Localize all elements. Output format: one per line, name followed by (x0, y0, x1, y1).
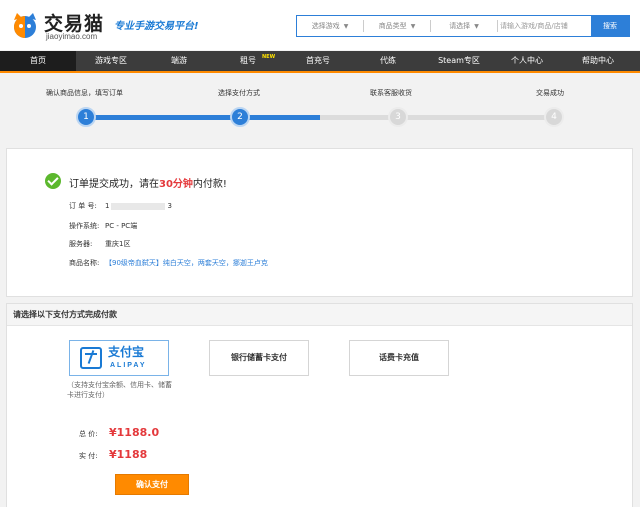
title-prefix: 订单提交成功，请在 (69, 179, 159, 190)
product-row: 商品名称: 【90级帝血弑天】纯白天空，两套天空，挪迦王卢克 (69, 258, 268, 268)
nav-item-user-center[interactable]: 个人中心 (494, 51, 560, 71)
os-row: 操作系统: PC - PC端 (69, 221, 137, 231)
total-price-row: 总 价: ¥1188.0 (79, 426, 159, 439)
step-label-2: 选择支付方式 (218, 89, 260, 97)
server-value: 重庆1区 (105, 240, 131, 248)
choose-select-label: 请选择 (449, 22, 471, 30)
nav-item-home[interactable]: 首页 (0, 51, 76, 71)
total-label: 总 价: (79, 430, 98, 438)
order-number-start: 1 (105, 202, 110, 210)
progress-steps: 确认商品信息，填写订单 选择支付方式 联系客服收货 交易成功 1 2 3 4 (0, 88, 640, 138)
order-success-title: 订单提交成功，请在30分钟内付款! (69, 175, 227, 190)
step-dot-4: 4 (544, 107, 564, 127)
order-number-end: 3 (167, 202, 172, 210)
time-limit: 30分钟 (159, 179, 193, 190)
alipay-name: 支付宝 (108, 345, 145, 359)
alipay-option[interactable]: 支付宝 ALIPAY (69, 340, 169, 376)
product-link[interactable]: 【90级帝血弑天】纯白天空，两套天空，挪迦王卢克 (105, 259, 268, 267)
paid-price-row: 实 付: ¥1188 (79, 448, 147, 461)
caret-down-icon: ▼ (474, 23, 479, 30)
progress-track (86, 115, 554, 120)
payment-panel: 请选择以下支付方式完成付款 支付宝 ALIPAY （支持支付宝余额、信用卡、储蓄… (6, 303, 633, 507)
nav-item-steam[interactable]: Steam专区 (424, 51, 494, 71)
paid-value: ¥1188 (109, 448, 148, 461)
nav-item-boosting[interactable]: 代练 (352, 51, 424, 71)
slogan: 专业手游交易平台! (114, 21, 199, 32)
step-label-4: 交易成功 (536, 89, 564, 97)
search-button[interactable]: 搜索 (591, 16, 629, 36)
paid-label: 实 付: (79, 452, 98, 460)
os-value: PC - PC端 (105, 222, 138, 230)
nav-item-pc-games[interactable]: 端游 (146, 51, 212, 71)
order-info-panel: 订单提交成功，请在30分钟内付款! 订 单 号: 1 3 操作系统: PC - PC端… (6, 148, 633, 297)
caret-down-icon: ▼ (343, 23, 349, 30)
step-dot-2: 2 (230, 107, 250, 127)
type-select[interactable]: 商品类型 ▼ (364, 16, 430, 36)
nav-item-first-charge[interactable]: 首充号 (284, 51, 352, 71)
game-select-label: 选择游戏 (311, 22, 340, 30)
total-value: ¥1188.0 (109, 426, 160, 439)
step-dot-1: 1 (76, 107, 96, 127)
phone-card-option[interactable]: 话费卡充值 (349, 340, 449, 376)
server-label: 服务器: (69, 240, 93, 248)
alipay-name-en: ALIPAY (110, 362, 147, 369)
alipay-note: （支持支付宝余额、信用卡、储蓄卡进行支付） (67, 381, 172, 399)
redacted-block (111, 202, 166, 210)
step-label-1: 确认商品信息，填写订单 (46, 89, 123, 97)
server-row: 服务器: 重庆1区 (69, 239, 130, 249)
main-nav: 首页 游戏专区 端游 租号 NEW 首充号 代练 Steam专区 个人中心 帮助… (0, 51, 640, 73)
progress-fill (86, 115, 320, 120)
search-input[interactable]: 请输入游戏/商品/店铺 (497, 16, 568, 36)
type-select-label: 商品类型 (378, 22, 407, 30)
search-bar: 选择游戏 ▼ 商品类型 ▼ 请选择 ▼ 请输入游戏/商品/店铺 搜索 (296, 15, 630, 37)
check-circle-icon (45, 173, 61, 189)
confirm-payment-button[interactable]: 确认支付 (115, 474, 189, 495)
site-header: 交易猫 jiaoyimao.com 专业手游交易平台! 选择游戏 ▼ 商品类型 ▼ … (0, 0, 640, 50)
choose-select[interactable]: 请选择 ▼ (431, 16, 497, 36)
os-label: 操作系统: (69, 222, 100, 230)
bank-card-option[interactable]: 银行储蓄卡支付 (209, 340, 309, 376)
step-dot-3: 3 (388, 107, 408, 127)
nav-item-game-zone[interactable]: 游戏专区 (76, 51, 146, 71)
title-suffix: 内付款! (192, 179, 227, 190)
payment-heading: 请选择以下支付方式完成付款 (7, 304, 632, 326)
cat-logo-icon[interactable] (10, 10, 40, 40)
order-number-row: 订 单 号: 1 3 (69, 201, 172, 211)
logo-domain: jiaoyimao.com (46, 32, 98, 41)
game-select[interactable]: 选择游戏 ▼ (297, 16, 363, 36)
product-label: 商品名称: (69, 259, 100, 267)
step-label-3: 联系客服收货 (370, 89, 412, 97)
caret-down-icon: ▼ (410, 23, 416, 30)
nav-item-help[interactable]: 帮助中心 (560, 51, 636, 71)
order-number-label: 订 单 号: (69, 202, 97, 210)
new-badge: NEW (262, 54, 276, 60)
alipay-logo-icon (80, 347, 102, 369)
